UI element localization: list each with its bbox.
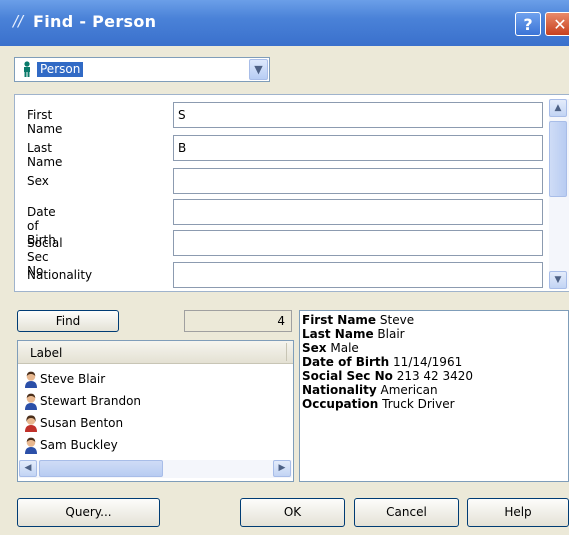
scroll-down-icon[interactable]: ▼ [549, 271, 567, 289]
male-person-icon [25, 437, 37, 454]
detail-first-name: First Name Steve [302, 313, 415, 327]
person-type-icon [24, 61, 30, 77]
list-horizontal-scrollbar[interactable]: ◀ ▶ [19, 460, 292, 478]
horizontal-scroll-thumb[interactable] [39, 460, 163, 477]
scroll-up-icon[interactable]: ▲ [549, 99, 567, 117]
nationality-label: Nationality [27, 268, 93, 282]
title-bar[interactable]: // Find - Person ? ✕ [0, 0, 569, 46]
last-name-label: Last Name [27, 141, 63, 169]
date-of-birth-input[interactable] [173, 199, 543, 225]
detail-last-name: Last Name Blair [302, 327, 405, 341]
column-divider [286, 343, 287, 361]
detail-date-of-birth: Date of Birth 11/14/1961 [302, 355, 463, 369]
query-button[interactable]: Query... [17, 498, 160, 527]
list-item-label: Sam Buckley [40, 438, 118, 452]
details-panel: First Name Steve Last Name Blair Sex Mal… [299, 310, 569, 482]
social-sec-no-input[interactable] [173, 230, 543, 256]
list-item-label: Susan Benton [40, 416, 124, 430]
result-count: 4 [184, 310, 292, 332]
last-name-input[interactable]: B [173, 135, 543, 161]
scroll-left-icon[interactable]: ◀ [19, 460, 37, 477]
detail-nationality: Nationality American [302, 383, 438, 397]
male-person-icon [25, 393, 37, 410]
list-item-label: Stewart Brandon [40, 394, 142, 408]
scroll-right-icon[interactable]: ▶ [273, 460, 291, 477]
search-form: First Name S Last Name B Sex Date of Bir… [14, 94, 569, 292]
detail-occupation: Occupation Truck Driver [302, 397, 455, 411]
first-name-label: First Name [27, 108, 63, 136]
detail-sex: Sex Male [302, 341, 359, 355]
sex-input[interactable] [173, 168, 543, 194]
chevron-down-icon[interactable]: ▼ [249, 59, 268, 80]
results-list: Label Steve Blair Stewart Brandon Susan … [17, 340, 294, 482]
title-help-button[interactable]: ? [515, 12, 541, 36]
find-button[interactable]: Find [17, 310, 119, 332]
list-item-label: Steve Blair [40, 372, 106, 386]
app-icon: // [13, 12, 24, 30]
nationality-input[interactable] [173, 262, 543, 288]
cancel-button[interactable]: Cancel [354, 498, 459, 527]
female-person-icon [25, 415, 37, 432]
male-person-icon [25, 371, 37, 388]
form-vertical-scrollbar[interactable]: ▲ ▼ [549, 99, 569, 289]
ok-button[interactable]: OK [240, 498, 345, 527]
first-name-input[interactable]: S [173, 102, 543, 128]
detail-social-sec-no: Social Sec No 213 42 3420 [302, 369, 474, 383]
type-dropdown[interactable]: Person ▼ [14, 57, 270, 82]
column-header-label[interactable]: Label [18, 341, 293, 364]
help-button[interactable]: Help [467, 498, 569, 527]
column-header-text: Label [30, 346, 63, 360]
sex-label: Sex [27, 174, 49, 188]
title-close-button[interactable]: ✕ [545, 12, 569, 36]
type-dropdown-value: Person [37, 62, 84, 77]
scroll-thumb[interactable] [549, 121, 567, 197]
window-title: Find - Person [33, 12, 157, 31]
